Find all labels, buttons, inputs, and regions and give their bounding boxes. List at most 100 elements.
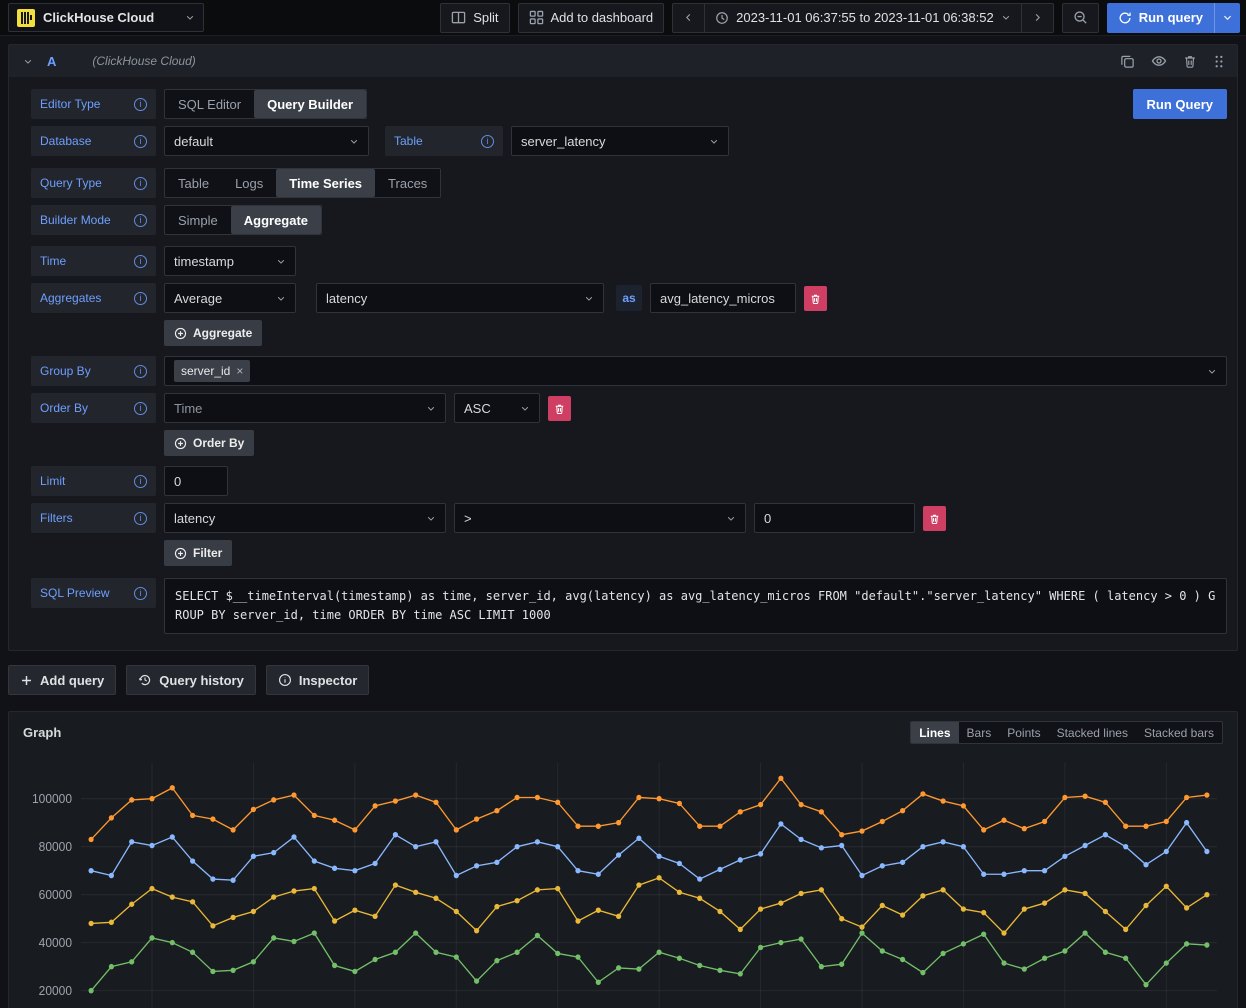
limit-input-wrap <box>164 466 228 496</box>
datasource-picker[interactable]: ClickHouse Cloud <box>8 3 204 32</box>
zoom-out-time-button[interactable] <box>1062 3 1099 33</box>
info-icon[interactable]: i <box>134 177 147 190</box>
time-range-text: 2023-11-01 06:37:55 to 2023-11-01 06:38:… <box>736 10 994 25</box>
info-icon[interactable]: i <box>481 135 494 148</box>
field-label-text: Database <box>40 134 91 148</box>
remove-tag-icon[interactable]: × <box>236 364 243 378</box>
chevron-down-icon <box>709 136 719 146</box>
alias-input[interactable] <box>660 291 786 306</box>
graph-svg: 06:38:0006:38:0506:38:1006:38:1506:38:20… <box>17 748 1229 1008</box>
info-icon[interactable]: i <box>134 475 147 488</box>
run-query-split-button[interactable]: Run query <box>1107 3 1240 33</box>
aggregate-function-select[interactable]: Average <box>164 283 296 313</box>
field-label-text: Time <box>40 254 66 268</box>
style-option-stacked-bars[interactable]: Stacked bars <box>1136 722 1222 743</box>
remove-order-by-button[interactable] <box>548 396 571 421</box>
info-icon[interactable]: i <box>134 255 147 268</box>
inspector-button[interactable]: Inspector <box>266 665 370 695</box>
row-group-by: Group By i server_id × <box>31 356 1227 386</box>
style-option-stacked-lines[interactable]: Stacked lines <box>1049 722 1136 743</box>
add-aggregate-button[interactable]: Aggregate <box>164 320 262 346</box>
row-add-filter: Filter <box>164 540 1227 566</box>
plus-circle-icon <box>174 437 187 450</box>
group-by-multiselect[interactable]: server_id × <box>164 356 1227 386</box>
table-select[interactable]: server_latency <box>511 126 729 156</box>
filter-column-select[interactable]: latency <box>164 503 446 533</box>
radio-option-time-series[interactable]: Time Series <box>276 169 375 197</box>
info-icon[interactable]: i <box>134 214 147 227</box>
filter-column-value: latency <box>174 511 418 526</box>
add-filter-label: Filter <box>193 546 222 560</box>
info-icon[interactable]: i <box>134 512 147 525</box>
filter-value-input[interactable] <box>764 511 905 526</box>
radio-option-logs[interactable]: Logs <box>222 169 276 197</box>
radio-option-sql-editor[interactable]: SQL Editor <box>165 90 254 118</box>
query-history-label: Query history <box>159 673 244 688</box>
radio-option-query-builder[interactable]: Query Builder <box>254 90 366 118</box>
drag-handle-icon[interactable] <box>1213 54 1225 69</box>
radio-option-aggregate[interactable]: Aggregate <box>231 206 321 234</box>
info-icon[interactable]: i <box>134 402 147 415</box>
query-row-header[interactable]: A (ClickHouse Cloud) <box>9 45 1237 77</box>
chevron-down-icon <box>584 293 594 303</box>
query-ref-id: A <box>47 54 56 69</box>
add-to-dashboard-button[interactable]: Add to dashboard <box>518 3 665 33</box>
radio-option-table[interactable]: Table <box>165 169 222 197</box>
query-history-button[interactable]: Query history <box>126 665 256 695</box>
time-range-button[interactable]: 2023-11-01 06:37:55 to 2023-11-01 06:38:… <box>704 3 1021 33</box>
add-query-button[interactable]: Add query <box>8 665 116 695</box>
chevron-down-icon <box>276 293 286 303</box>
run-query-editor-button[interactable]: Run Query <box>1133 89 1227 119</box>
chevron-down-icon <box>276 256 286 266</box>
field-label-limit: Limit i <box>31 466 156 496</box>
field-label-text: Order By <box>40 401 88 415</box>
add-filter-button[interactable]: Filter <box>164 540 232 566</box>
field-label-filters: Filters i <box>31 503 156 533</box>
alias-input-wrap <box>650 283 796 313</box>
zoom-out-icon <box>1073 10 1088 25</box>
split-button[interactable]: Split <box>440 3 509 33</box>
field-label-order-by: Order By i <box>31 393 156 423</box>
time-column-select[interactable]: timestamp <box>164 246 296 276</box>
remove-filter-button[interactable] <box>923 506 946 531</box>
run-query-options-caret[interactable] <box>1214 3 1240 33</box>
graph-style-radio-group: Lines Bars Points Stacked lines Stacked … <box>910 721 1223 744</box>
plus-circle-icon <box>174 547 187 560</box>
field-label-text: Group By <box>40 364 91 378</box>
info-icon[interactable]: i <box>134 587 147 600</box>
info-icon[interactable]: i <box>134 365 147 378</box>
group-by-tag-label: server_id <box>181 364 230 378</box>
svg-text:20000: 20000 <box>39 984 72 998</box>
history-icon <box>138 673 152 687</box>
sql-preview-text: SELECT $__timeInterval(timestamp) as tim… <box>164 578 1227 634</box>
order-by-field-select[interactable]: Time <box>164 393 446 423</box>
info-icon[interactable]: i <box>134 135 147 148</box>
style-option-points[interactable]: Points <box>999 722 1048 743</box>
style-option-lines[interactable]: Lines <box>911 722 958 743</box>
remove-aggregate-button[interactable] <box>804 286 827 311</box>
graph-panel-header: Graph Lines Bars Points Stacked lines St… <box>17 719 1229 748</box>
order-by-direction-select[interactable]: ASC <box>454 393 540 423</box>
duplicate-query-icon[interactable] <box>1120 54 1135 69</box>
chevron-left-icon <box>683 12 694 23</box>
time-shift-forward-button[interactable] <box>1021 3 1054 33</box>
order-by-direction-value: ASC <box>464 401 512 416</box>
info-icon[interactable]: i <box>134 98 147 111</box>
aggregate-column-select[interactable]: latency <box>316 283 604 313</box>
radio-option-traces[interactable]: Traces <box>375 169 440 197</box>
field-label-sql-preview: SQL Preview i <box>31 578 156 608</box>
add-order-by-button[interactable]: Order By <box>164 430 254 456</box>
style-option-bars[interactable]: Bars <box>959 722 1000 743</box>
remove-query-trash-icon[interactable] <box>1183 54 1197 69</box>
graph-panel: Graph Lines Bars Points Stacked lines St… <box>8 711 1238 1008</box>
editor-footer: Add query Query history Inspector <box>8 665 1238 695</box>
time-shift-back-button[interactable] <box>672 3 704 33</box>
filter-operator-select[interactable]: > <box>454 503 746 533</box>
info-icon[interactable]: i <box>134 292 147 305</box>
radio-option-simple[interactable]: Simple <box>165 206 231 234</box>
hide-response-eye-icon[interactable] <box>1151 53 1167 69</box>
database-select[interactable]: default <box>164 126 369 156</box>
time-series-chart[interactable]: 06:38:0006:38:0506:38:1006:38:1506:38:20… <box>17 748 1229 1008</box>
limit-input[interactable] <box>174 474 218 489</box>
collapse-chevron-icon[interactable] <box>23 56 33 66</box>
